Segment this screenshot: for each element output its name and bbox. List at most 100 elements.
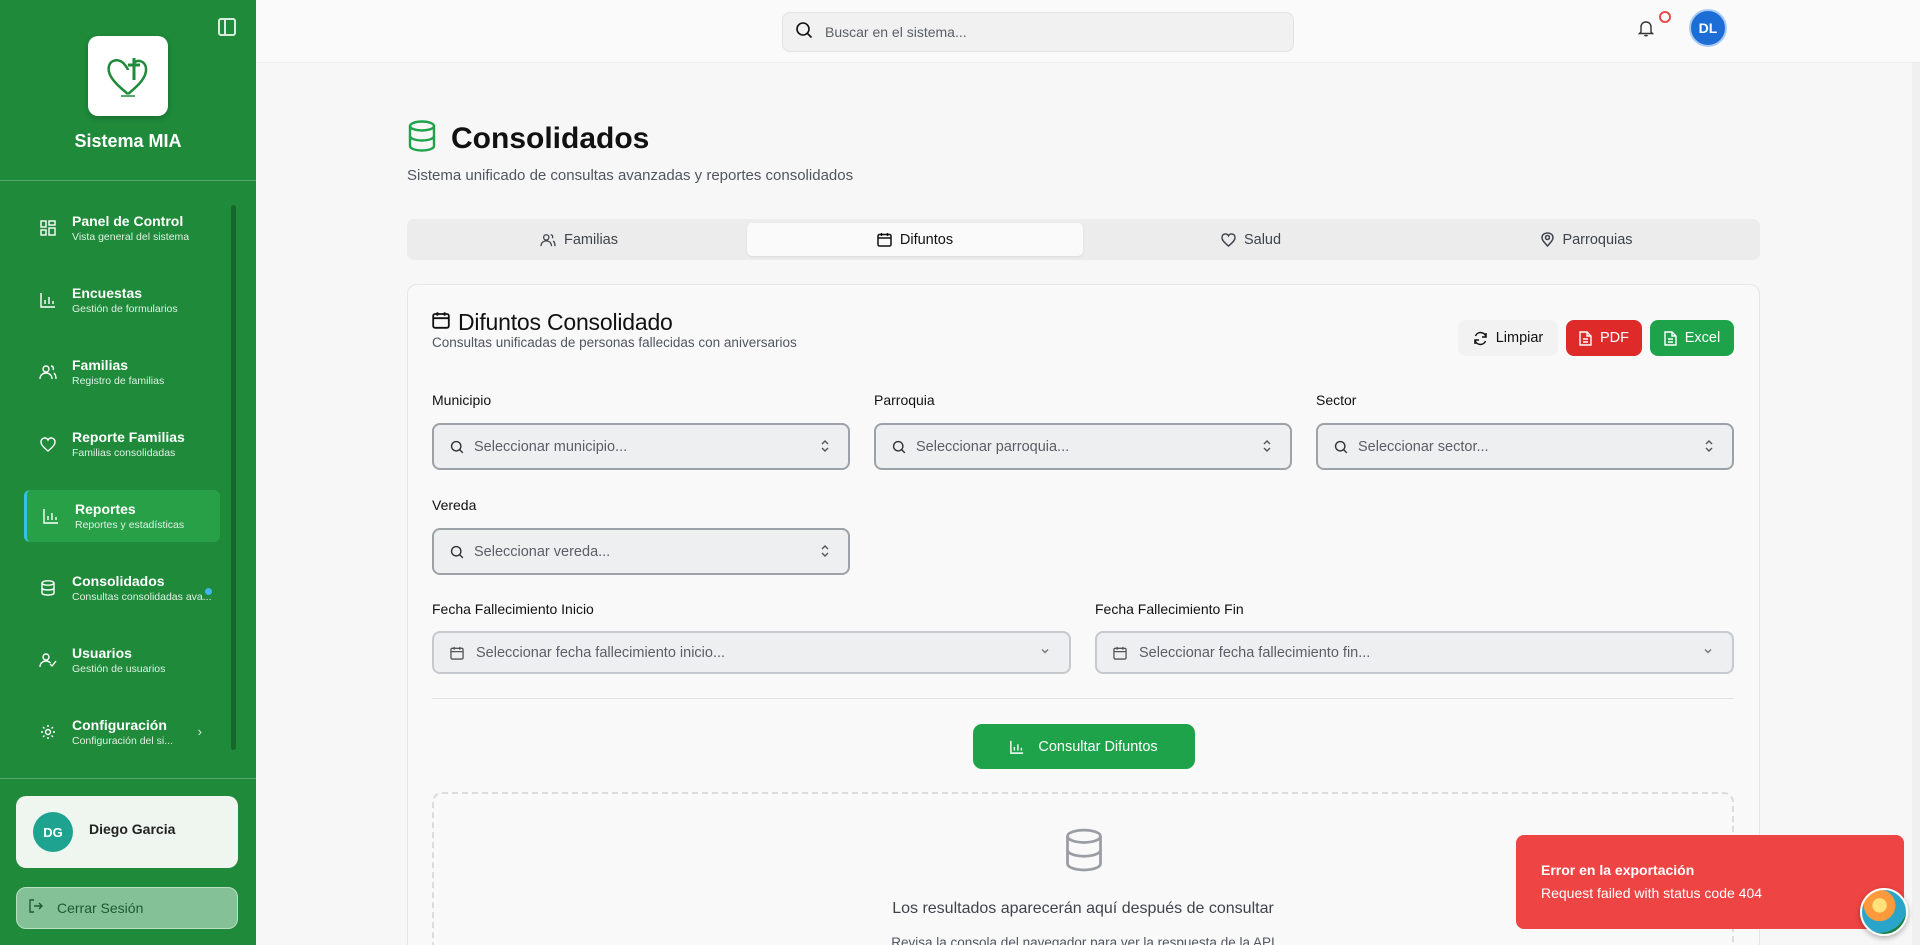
page-scrollbar[interactable] [1912,63,1920,945]
nav-title: Reporte Familias [72,429,185,445]
fecha-inicio-placeholder: Seleccionar fecha fallecimiento inicio..… [476,644,726,661]
sidebar-item-reporte-familias[interactable]: Reporte Familias Familias consolidadas [24,418,220,470]
municipio-placeholder: Seleccionar municipio... [474,438,628,455]
sector-placeholder: Seleccionar sector... [1358,438,1489,455]
notification-badge [1659,11,1671,23]
app-logo [88,36,168,116]
search-icon [795,21,813,44]
consultar-label: Consultar Difuntos [1038,738,1158,755]
nav-title: Consolidados [72,573,165,589]
file-icon [1579,330,1592,346]
card-subtitle: Consultas unificadas de personas falleci… [432,335,797,350]
nav-title: Configuración [72,717,167,733]
sidebar-item-panel-de-control[interactable]: Panel de Control Vista general del sistem… [24,202,220,254]
search-icon [892,440,906,454]
chart-icon [38,290,58,310]
tab-bar: Familias Difuntos Salud Parroquias [407,219,1760,260]
error-toast[interactable]: Error en la exportación Request failed w… [1516,835,1904,929]
chart-icon [1010,740,1024,754]
app-name: Sistema MIA [74,131,182,151]
fecha-fin-picker[interactable]: Seleccionar fecha fallecimiento fin... [1095,631,1734,674]
sidebar-item-consolidados[interactable]: Consolidados Consultas consolidadas ava..… [24,562,220,614]
sidebar-item-reportes[interactable]: Reportes Reportes y estadísticas [24,490,220,542]
excel-label: Excel [1684,330,1721,346]
nav-title: Usuarios [72,645,132,661]
database-icon [407,120,437,157]
assistant-avatar-icon[interactable] [1860,888,1908,936]
avatar[interactable]: DL [1689,9,1727,47]
nav-title: Familias [72,357,129,373]
gear-icon [38,722,58,742]
fecha-fin-placeholder: Seleccionar fecha fallecimiento fin... [1139,644,1371,661]
fecha-fin-label: Fecha Fallecimiento Fin [1095,601,1244,617]
chevron-updown-icon [820,544,830,558]
sidebar-collapse-icon[interactable] [218,18,236,36]
chevron-updown-icon [820,439,830,453]
search-bar[interactable] [782,12,1294,52]
database-icon [38,578,58,598]
tab-difuntos[interactable]: Difuntos [747,223,1083,256]
tab-salud[interactable]: Salud [1083,223,1419,256]
search-input[interactable] [825,24,1245,40]
calendar-icon [450,646,464,660]
user-name: Diego Garcia [89,821,176,837]
nav-subtitle: Registro de familias [72,375,165,387]
clear-button[interactable]: Limpiar [1458,320,1558,356]
municipio-label: Municipio [432,392,492,408]
calendar-icon [877,232,892,247]
chevron-updown-icon [1704,439,1714,453]
bell-icon[interactable] [1637,20,1658,40]
nav-title: Reportes [75,501,136,517]
parroquia-select[interactable]: Seleccionar parroquia... [874,423,1292,470]
dashboard-icon [38,218,58,238]
nav-subtitle: Familias consolidadas [72,447,176,459]
fecha-inicio-picker[interactable]: Seleccionar fecha fallecimiento inicio..… [432,631,1071,674]
nav-subtitle: Gestión de formularios [72,303,178,315]
page-title: Consolidados [451,121,650,155]
heart-icon [38,434,58,454]
sidebar-item-configuracion[interactable]: Configuración Configuración del si... › [24,706,220,758]
vereda-label: Vereda [432,497,477,513]
sector-select[interactable]: Seleccionar sector... [1316,423,1734,470]
map-pin-icon [1541,232,1555,247]
divider [0,778,256,779]
pdf-button[interactable]: PDF [1566,320,1642,356]
search-icon [450,440,464,454]
calendar-icon [1113,646,1127,660]
sidebar-item-familias[interactable]: Familias Registro de familias [24,346,220,398]
sidebar-item-usuarios[interactable]: Usuarios Gestión de usuarios [24,634,220,686]
nav-title: Panel de Control [72,213,184,229]
tab-label: Salud [1243,231,1282,248]
logout-button[interactable]: Cerrar Sesión [16,887,238,929]
logout-label: Cerrar Sesión [57,900,144,916]
file-icon [1664,330,1677,346]
municipio-select[interactable]: Seleccionar municipio... [432,423,850,470]
vereda-select[interactable]: Seleccionar vereda... [432,528,850,575]
vereda-placeholder: Seleccionar vereda... [474,543,611,560]
nav-subtitle: Configuración del si... [72,735,173,747]
sidebar-item-encuestas[interactable]: Encuestas Gestión de formularios [24,274,220,326]
chevron-right-icon: › [197,724,202,739]
user-check-icon [38,650,58,670]
chart-icon [41,506,61,526]
heart-icon [1221,232,1236,247]
search-icon [1334,440,1348,454]
card-header: Difuntos Consolidado [432,309,673,336]
tab-label: Parroquias [1562,231,1633,248]
chevron-updown-icon [1262,439,1272,453]
divider [432,698,1734,699]
parroquia-placeholder: Seleccionar parroquia... [916,438,1070,455]
nav-subtitle: Gestión de usuarios [72,663,166,675]
nav-title: Encuestas [72,285,143,301]
excel-button[interactable]: Excel [1650,320,1734,356]
chevron-down-icon [1039,645,1051,657]
tab-familias[interactable]: Familias [411,223,747,256]
pdf-label: PDF [1600,330,1629,346]
consultar-difuntos-button[interactable]: Consultar Difuntos [973,724,1195,769]
nav-subtitle: Reportes y estadísticas [75,519,185,531]
sector-label: Sector [1316,392,1357,408]
nav-subtitle: Vista general del sistema [72,231,190,243]
tab-parroquias[interactable]: Parroquias [1419,223,1755,256]
user-card[interactable]: DG Diego Garcia [16,796,238,868]
sidebar-scrollbar[interactable] [231,205,236,750]
